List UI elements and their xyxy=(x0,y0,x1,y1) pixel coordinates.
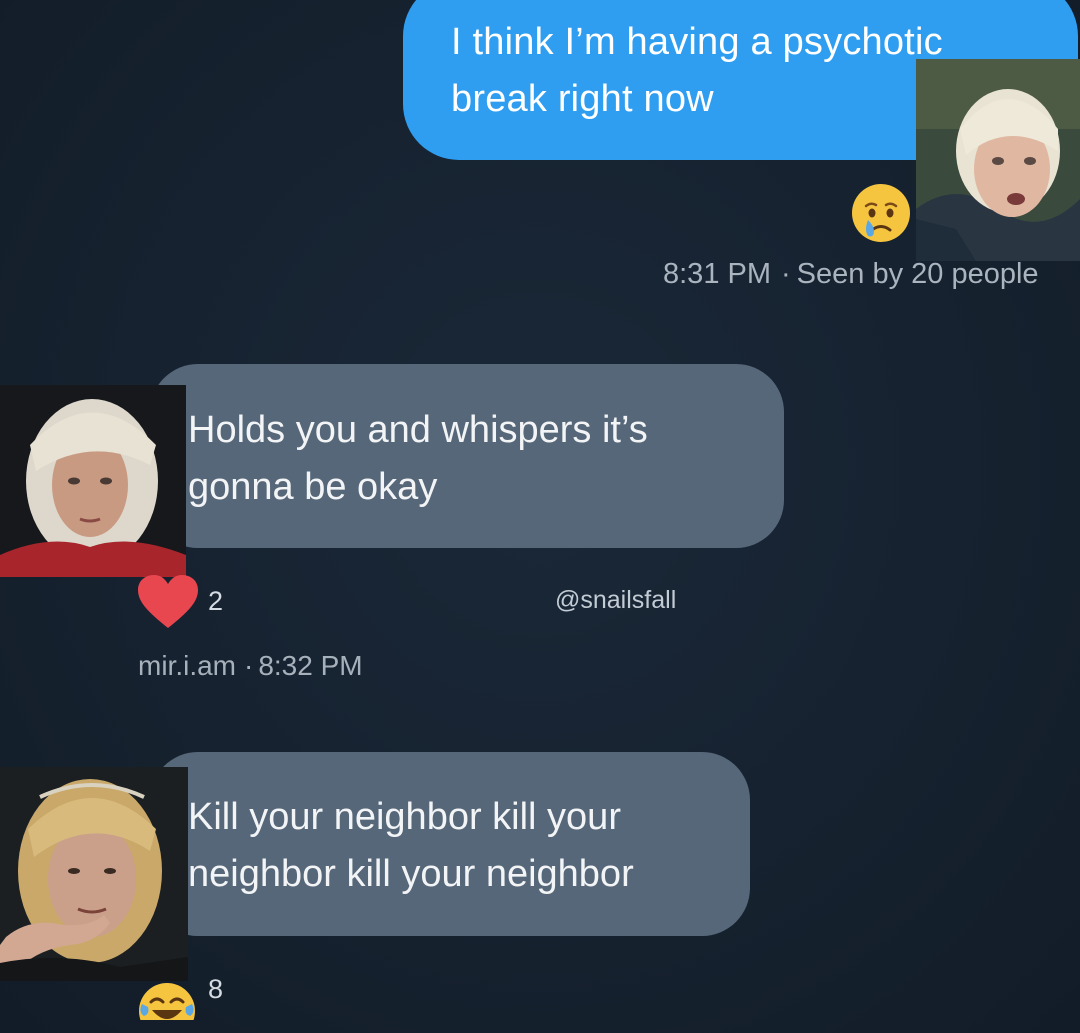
message-text-line: Holds you and whispers it’s xyxy=(188,409,648,451)
avatar-photo-bottom xyxy=(0,767,188,981)
message-text-line: gonna be okay xyxy=(188,466,438,508)
reaction-count: 8 xyxy=(208,974,224,1004)
message-text-line: neighbor kill your neighbor xyxy=(188,853,634,895)
meta-separator: · xyxy=(781,258,791,290)
sender-name[interactable]: mir.i.am xyxy=(138,650,236,681)
avatar-photo-middle xyxy=(0,385,186,577)
message-time: 8:31 PM xyxy=(663,258,771,290)
crying-face-emoji-icon[interactable] xyxy=(850,182,912,244)
watermark-handle: @snailsfall xyxy=(555,586,677,614)
meta-separator: · xyxy=(244,650,254,681)
seen-status[interactable]: Seen by 20 people xyxy=(797,258,1039,290)
incoming-message-bubble[interactable]: Holds you and whispers it’s gonna be oka… xyxy=(150,364,784,548)
heart-icon[interactable] xyxy=(136,574,200,630)
chat-screen: I think I’m having a psychotic break rig… xyxy=(0,0,1080,1033)
message-time: 8:32 PM xyxy=(258,650,363,681)
avatar-photo-top xyxy=(916,59,1080,261)
incoming-message-meta: mir.i.am · 8:32 PM xyxy=(138,650,363,682)
message-text-line: Kill your neighbor kill your xyxy=(188,796,621,838)
tears-of-joy-emoji-icon[interactable] xyxy=(136,980,198,1033)
incoming-message-bubble[interactable]: Kill your neighbor kill your neighbor ki… xyxy=(150,752,750,936)
outgoing-message-meta: 8:31 PM · Seen by 20 people xyxy=(663,258,1039,291)
reaction-count: 2 xyxy=(208,586,224,616)
